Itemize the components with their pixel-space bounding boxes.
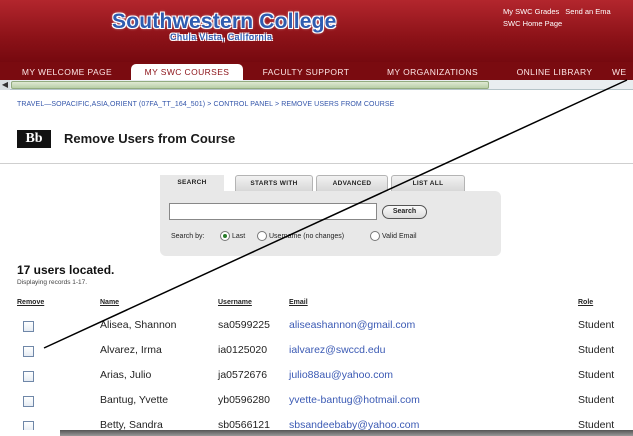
radio-valid-email[interactable]: Valid Email	[370, 231, 417, 243]
user-email-link[interactable]: sbsandeebaby@yahoo.com	[289, 419, 419, 430]
table-row: Betty, Sandra sb0566121 sbsandeebaby@yah…	[0, 416, 633, 430]
breadcrumb-current: > REMOVE USERS FROM COURSE	[274, 101, 395, 108]
my-swc-grades-link[interactable]: My SWC Grades	[503, 7, 559, 16]
search-tab-starts-with[interactable]: STARTS WITH	[235, 175, 313, 191]
table-row: Arias, Julio ja0572676 julio88au@yahoo.c…	[0, 366, 633, 391]
search-input[interactable]	[169, 203, 377, 220]
title-divider	[0, 163, 633, 164]
radio-valid-email-label: Valid Email	[382, 233, 417, 240]
user-role: Student	[578, 369, 615, 381]
user-email-link[interactable]: julio88au@yahoo.com	[289, 369, 393, 381]
radio-last-label: Last	[232, 233, 246, 240]
user-name: Bantug, Yvette	[100, 394, 169, 406]
tab-we[interactable]: WE	[612, 64, 633, 80]
radio-unchecked-icon[interactable]	[370, 231, 380, 242]
user-role: Student	[578, 394, 615, 406]
user-role: Student	[578, 319, 615, 331]
page-title: Remove Users from Course	[64, 131, 236, 146]
main-tab-bar: MY WELCOME PAGE MY SWC COURSES FACULTY S…	[0, 62, 633, 80]
tab-online-library[interactable]: ONLINE LIBRARY	[503, 64, 606, 80]
breadcrumb-control-panel[interactable]: CONTROL PANEL	[214, 101, 273, 108]
displaying-records-text: Displaying records 1-17.	[17, 279, 88, 286]
blackboard-logo-icon: Bb	[17, 130, 51, 148]
column-header-email[interactable]: Email	[289, 299, 308, 306]
user-email-link[interactable]: ialvarez@swccd.edu	[289, 344, 385, 356]
breadcrumb: TRAVEL—SOPACIFIC,ASIA,ORIENT (07FA_TT_16…	[17, 101, 394, 108]
user-name: Alvarez, Irma	[100, 344, 162, 356]
search-panel	[160, 191, 501, 256]
user-name: Arias, Julio	[100, 369, 152, 381]
table-row: Bantug, Yvette yb0596280 yvette-bantug@h…	[0, 391, 633, 416]
tab-my-organizations[interactable]: MY ORGANIZATIONS	[370, 64, 495, 80]
search-by-label: Search by:	[171, 233, 205, 240]
remove-checkbox[interactable]	[23, 321, 34, 332]
user-username: sa0599225	[218, 319, 270, 331]
search-tab-list-all[interactable]: LIST ALL	[391, 175, 465, 191]
user-email-link[interactable]: yvette-bantug@hotmail.com	[289, 394, 420, 406]
user-username: sb0566121	[218, 419, 270, 430]
remove-checkbox[interactable]	[23, 421, 34, 430]
breadcrumb-course[interactable]: TRAVEL—SOPACIFIC,ASIA,ORIENT (07FA_TT_16…	[17, 101, 205, 108]
user-name: Alisea, Shannon	[100, 319, 177, 331]
scroll-left-arrow-icon[interactable]: ◀	[0, 80, 10, 90]
user-username: ia0125020	[218, 344, 268, 356]
radio-username[interactable]: Username (no changes)	[257, 231, 344, 243]
site-banner: Southwestern College Chula Vista, Califo…	[0, 0, 633, 62]
radio-last[interactable]: Last	[220, 231, 245, 243]
remove-checkbox[interactable]	[23, 371, 34, 382]
remove-checkbox[interactable]	[23, 346, 34, 357]
user-username: yb0596280	[218, 394, 270, 406]
user-role: Student	[578, 344, 615, 356]
swc-home-page-link[interactable]: SWC Home Page	[503, 19, 562, 28]
tab-my-swc-courses[interactable]: MY SWC COURSES	[131, 64, 243, 80]
scrollbar-thumb[interactable]	[11, 81, 489, 89]
horizontal-scrollbar[interactable]: ◀	[0, 80, 633, 90]
column-header-remove[interactable]: Remove	[17, 299, 44, 306]
send-email-link[interactable]: Send an Ema	[565, 7, 610, 16]
search-tab-advanced[interactable]: ADVANCED	[316, 175, 388, 191]
bottom-border	[60, 430, 633, 436]
table-row: Alvarez, Irma ia0125020 ialvarez@swccd.e…	[0, 341, 633, 366]
college-logo-subtitle: Chula Vista, California	[170, 32, 273, 42]
search-tab-search[interactable]: SEARCH	[160, 175, 224, 191]
user-email-link[interactable]: aliseashannon@gmail.com	[289, 319, 415, 331]
tab-faculty-support[interactable]: FACULTY SUPPORT	[250, 64, 362, 80]
table-row: Alisea, Shannon sa0599225 aliseashannon@…	[0, 316, 633, 341]
breadcrumb-separator: >	[207, 101, 212, 108]
quick-links: My SWC Grades Send an Ema SWC Home Page	[503, 6, 617, 30]
radio-checked-icon[interactable]	[220, 231, 230, 242]
radio-unchecked-icon[interactable]	[257, 231, 267, 242]
users-located-heading: 17 users located.	[17, 263, 115, 277]
search-button[interactable]: Search	[382, 205, 427, 219]
column-header-name[interactable]: Name	[100, 299, 119, 306]
college-logo-title[interactable]: Southwestern College	[112, 10, 337, 34]
user-username: ja0572676	[218, 369, 268, 381]
user-role: Student	[578, 419, 615, 430]
remove-checkbox[interactable]	[23, 396, 34, 407]
column-header-role[interactable]: Role	[578, 299, 593, 306]
user-name: Betty, Sandra	[100, 419, 163, 430]
column-header-username[interactable]: Username	[218, 299, 252, 306]
tab-my-welcome-page[interactable]: MY WELCOME PAGE	[12, 64, 122, 80]
radio-username-label: Username (no changes)	[269, 233, 345, 240]
